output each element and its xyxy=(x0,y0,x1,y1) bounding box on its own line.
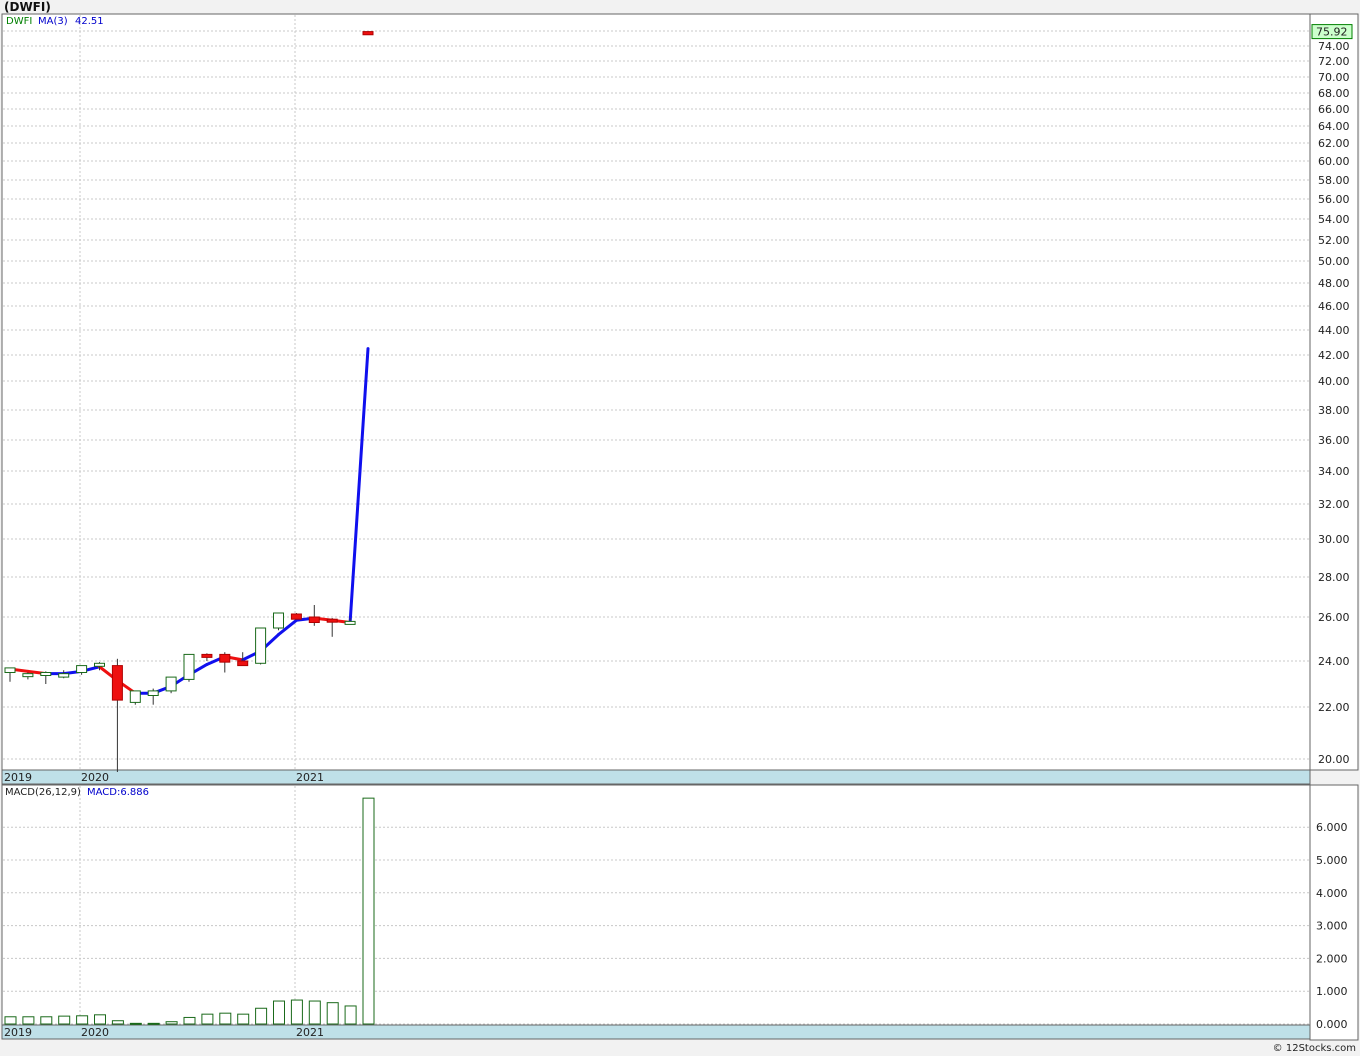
copyright-notice: © 12Stocks.com xyxy=(1272,1043,1356,1054)
candle-body xyxy=(183,653,195,680)
price-y-tick-label: 20.00 xyxy=(1318,753,1350,766)
macd-bar xyxy=(219,1012,232,1025)
candle-body xyxy=(219,653,231,663)
candle-body xyxy=(344,620,356,625)
macd-bar xyxy=(165,1021,178,1025)
macd-y-tick-label: 5.000 xyxy=(1316,854,1348,867)
macd-bar xyxy=(344,1005,357,1025)
price-y-tick-label: 40.00 xyxy=(1318,375,1350,388)
candle-body xyxy=(58,673,70,678)
price-y-tick-label: 50.00 xyxy=(1318,255,1350,268)
macd-bar xyxy=(273,1000,285,1025)
candle-body xyxy=(76,665,88,673)
price-y-tick-label: 54.00 xyxy=(1318,213,1350,226)
macd-legend-label: MACD(26,12,9) xyxy=(5,787,81,798)
candle-body xyxy=(308,616,320,623)
last-price-tag: 75.92 xyxy=(1311,24,1353,40)
macd-panel-frame xyxy=(1,784,1311,1026)
macd-y-tick-label: 1.000 xyxy=(1316,985,1348,998)
macd-y-tick-label: 4.000 xyxy=(1316,887,1348,900)
macd-bar xyxy=(201,1013,214,1025)
candle-body xyxy=(4,667,16,674)
macd-y-tick-label: 3.000 xyxy=(1316,920,1348,933)
price-y-tick-label: 46.00 xyxy=(1318,300,1350,313)
price-y-tick-label: 30.00 xyxy=(1318,533,1350,546)
candle-body xyxy=(147,690,159,697)
price-y-tick-label: 26.00 xyxy=(1318,611,1350,624)
price-x-tick-label: 2021 xyxy=(296,771,324,784)
macd-bar xyxy=(308,1000,321,1025)
macd-y-tick-label: 0.000 xyxy=(1316,1018,1348,1031)
price-y-tick-label: 58.00 xyxy=(1318,174,1350,187)
price-y-tick-label: 42.00 xyxy=(1318,349,1350,362)
candle-body xyxy=(237,660,249,667)
price-y-tick-label: 22.00 xyxy=(1318,701,1350,714)
candle-body xyxy=(201,653,213,658)
macd-bar xyxy=(94,1014,106,1025)
last-price-value: 75.92 xyxy=(1316,26,1348,39)
ma-legend-value: 42.51 xyxy=(75,16,104,27)
candle-body xyxy=(111,665,123,701)
candle-body xyxy=(326,618,338,623)
macd-y-tick-label: 6.000 xyxy=(1316,821,1348,834)
price-y-tick-label: 36.00 xyxy=(1318,434,1350,447)
candle-body xyxy=(129,690,141,703)
macd-bar xyxy=(147,1022,160,1025)
macd-bar xyxy=(58,1015,71,1025)
macd-bar xyxy=(22,1016,35,1025)
candle-body xyxy=(94,662,105,667)
price-x-tick-label: 2019 xyxy=(4,771,32,784)
price-y-tick-label: 72.00 xyxy=(1318,55,1350,68)
macd-x-tick-label: 2019 xyxy=(4,1026,32,1039)
macd-bar xyxy=(76,1015,89,1025)
macd-bar xyxy=(4,1016,17,1025)
price-y-tick-label: 52.00 xyxy=(1318,234,1350,247)
candle-body xyxy=(22,673,34,678)
macd-x-tick-label: 2021 xyxy=(296,1026,324,1039)
symbol-legend: DWFI xyxy=(6,16,32,27)
macd-date-band xyxy=(1,1024,1311,1040)
price-y-tick-label: 24.00 xyxy=(1318,655,1350,668)
price-panel-frame xyxy=(1,13,1311,771)
macd-bar xyxy=(237,1013,250,1025)
ma-legend-label: MA(3) xyxy=(38,16,68,27)
macd-bar xyxy=(362,797,375,1025)
price-y-tick-label: 66.00 xyxy=(1318,103,1350,116)
price-y-tick-label: 74.00 xyxy=(1318,40,1350,53)
price-y-tick-label: 60.00 xyxy=(1318,155,1350,168)
chart-canvas: 20.00 22.00 24.00 26.00 28.00 30.00 32.00 34.00… xyxy=(1,13,1359,1041)
macd-bar xyxy=(290,999,303,1025)
macd-bar xyxy=(40,1016,53,1025)
macd-bar xyxy=(183,1016,196,1025)
price-y-tick-label: 68.00 xyxy=(1318,87,1350,100)
price-y-tick-label: 48.00 xyxy=(1318,277,1350,290)
price-y-tick-label: 44.00 xyxy=(1318,324,1350,337)
macd-bar xyxy=(326,1002,339,1025)
price-y-tick-label: 34.00 xyxy=(1318,465,1350,478)
price-y-tick-label: 70.00 xyxy=(1318,71,1350,84)
candle-body xyxy=(255,627,267,664)
candle-body xyxy=(40,672,52,676)
macd-legend-value: MACD:6.886 xyxy=(87,787,149,798)
candle-body xyxy=(362,31,374,36)
macd-bar xyxy=(111,1020,124,1025)
price-y-tick-label: 64.00 xyxy=(1318,120,1350,133)
price-y-tick-label: 28.00 xyxy=(1318,571,1350,584)
price-y-tick-label: 62.00 xyxy=(1318,137,1350,150)
candle-body xyxy=(165,676,177,692)
price-y-tick-label: 38.00 xyxy=(1318,404,1350,417)
macd-bar xyxy=(255,1007,268,1025)
macd-y-tick-label: 2.000 xyxy=(1316,952,1348,965)
candle-body xyxy=(273,612,284,629)
price-y-tick-label: 32.00 xyxy=(1318,498,1350,511)
macd-x-tick-label: 2020 xyxy=(81,1026,109,1039)
price-x-tick-label: 2020 xyxy=(81,771,109,784)
price-y-tick-label: 56.00 xyxy=(1318,193,1350,206)
macd-bar xyxy=(129,1022,142,1025)
candle-body xyxy=(290,613,302,620)
price-date-band xyxy=(1,769,1311,785)
